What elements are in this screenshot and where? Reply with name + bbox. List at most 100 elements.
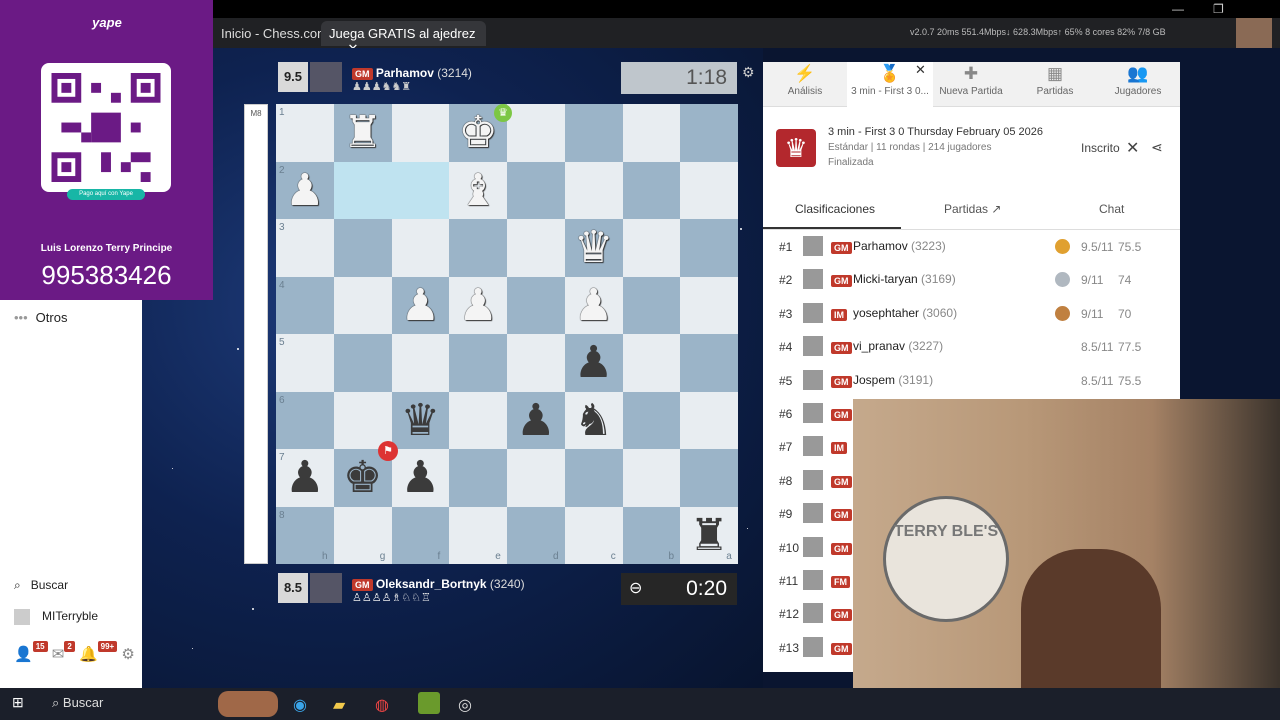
settings-icon[interactable]: ⚙ — [742, 64, 755, 81]
taskbar-search[interactable]: ⌕ Buscar — [52, 695, 103, 711]
chess-app-icon[interactable] — [418, 692, 440, 714]
tab-nueva-partida[interactable]: ✚ Nueva Partida — [933, 62, 1009, 106]
tab-partidas[interactable]: ▦ Partidas — [1013, 62, 1097, 106]
tab-inicio[interactable]: Inicio - Chess.com — [213, 21, 336, 46]
board-square[interactable] — [507, 276, 565, 334]
player-name[interactable]: Micki-taryan — [853, 272, 918, 286]
black-rook-icon[interactable]: ♜ — [680, 507, 738, 564]
avatar[interactable] — [310, 62, 342, 92]
edge-icon[interactable]: ◉ — [293, 695, 307, 715]
black-knight-icon[interactable]: ♞ — [565, 392, 623, 449]
left-sidebar: ••• Otros ⌕ Buscar MITerryble 👤 15 ✉ 2 🔔 99+ … — [0, 300, 142, 688]
windows-start-icon[interactable]: ⊞ — [12, 694, 24, 711]
subtab-chat[interactable]: Chat — [1099, 202, 1124, 216]
board-square[interactable] — [507, 219, 565, 277]
minus-time-icon[interactable]: ⊖ — [629, 578, 642, 598]
board-square[interactable] — [391, 219, 450, 277]
bell-icon[interactable]: 🔔 — [79, 646, 98, 663]
withdraw-icon[interactable]: ✕ — [1126, 138, 1139, 158]
share-icon[interactable]: ⋖ — [1151, 139, 1163, 156]
player-name[interactable]: Parhamov — [376, 66, 434, 80]
board-square[interactable] — [449, 219, 507, 277]
sidebar-user[interactable]: MITerryble — [14, 609, 98, 625]
board-square[interactable] — [680, 391, 738, 449]
board-square[interactable] — [680, 276, 738, 334]
board-square[interactable] — [333, 334, 392, 392]
player-name[interactable]: Jospem — [853, 373, 895, 387]
board-square[interactable] — [507, 104, 565, 162]
standings-row[interactable]: #4 GM vi_pranav (3227) 8.5/11 77.5 — [763, 331, 1175, 364]
black-pawn-icon[interactable]: ♟ — [392, 449, 450, 506]
white-pawn-icon[interactable]: ♟ — [565, 277, 623, 334]
widget-icon[interactable] — [218, 691, 278, 717]
tab-analisis[interactable]: ⚡ Análisis — [763, 62, 847, 106]
standings-row[interactable]: #2 GM Micki-taryan (3169) 9/11 74 — [763, 264, 1175, 297]
board-square[interactable] — [622, 391, 681, 449]
board-square[interactable] — [391, 506, 450, 564]
board-square[interactable] — [680, 334, 738, 392]
board-square[interactable] — [622, 104, 681, 162]
folder-icon[interactable]: ▰ — [333, 695, 345, 715]
chrome-icon[interactable]: ◍ — [375, 695, 389, 715]
board-square[interactable] — [507, 449, 565, 507]
gear-icon[interactable]: ⚙ — [121, 646, 134, 663]
board-square[interactable] — [333, 391, 392, 449]
board-square[interactable] — [333, 219, 392, 277]
subtab-clasificaciones[interactable]: Clasificaciones — [795, 202, 875, 216]
board-square[interactable] — [507, 334, 565, 392]
obs-icon[interactable]: ◎ — [458, 695, 472, 715]
black-pawn-icon[interactable]: ♟ — [565, 334, 623, 391]
board-square[interactable] — [333, 161, 392, 219]
white-bishop-icon[interactable]: ♝ — [449, 162, 507, 219]
white-pawn-icon[interactable]: ♟ — [276, 162, 334, 219]
board-square[interactable] — [680, 219, 738, 277]
white-queen-icon[interactable]: ♛ — [565, 219, 623, 276]
board-square[interactable] — [564, 449, 623, 507]
white-pawn-icon[interactable]: ♟ — [449, 277, 507, 334]
player-name[interactable]: Parhamov — [853, 239, 908, 253]
chess-board[interactable]: 1 2 3 4 5 6 7 8 h g f e d c b a ♜ ♚ ♟ ♝ ♛ ♟ ♟ ♟ ♟ ♛ ♟ ♞ ♟ ♚ ♟ ♜ ⚑ ♛ — [276, 104, 738, 564]
board-square[interactable] — [680, 449, 738, 507]
sidebar-item-otros[interactable]: ••• Otros — [14, 310, 67, 325]
board-square[interactable] — [564, 104, 623, 162]
board-square[interactable] — [622, 449, 681, 507]
tab-jugadores[interactable]: 👥 Jugadores — [1097, 62, 1179, 106]
board-square[interactable] — [391, 104, 450, 162]
white-rook-icon[interactable]: ♜ — [334, 104, 392, 161]
board-square[interactable] — [449, 449, 507, 507]
board-square[interactable] — [391, 161, 450, 219]
board-square[interactable] — [449, 334, 507, 392]
board-square[interactable] — [391, 334, 450, 392]
restore-icon[interactable]: ❐ — [1213, 2, 1224, 16]
standings-row[interactable]: #3 IM yosephtaher (3060) 9/11 70 — [763, 298, 1175, 331]
board-square[interactable] — [564, 161, 623, 219]
avatar — [803, 436, 823, 457]
messages-icon[interactable]: ✉ — [52, 646, 65, 663]
board-square[interactable] — [622, 161, 681, 219]
standing-position: #4 — [779, 340, 793, 355]
white-pawn-icon[interactable]: ♟ — [392, 277, 450, 334]
board-square[interactable] — [680, 104, 738, 162]
sidebar-search[interactable]: ⌕ Buscar — [14, 578, 68, 593]
board-square[interactable] — [622, 276, 681, 334]
standings-row[interactable]: #5 GM Jospem (3191) 8.5/11 75.5 — [763, 365, 1175, 398]
avatar[interactable] — [310, 573, 342, 603]
board-square[interactable] — [680, 161, 738, 219]
black-queen-icon[interactable]: ♛ — [392, 392, 450, 449]
tab-juega[interactable]: Juega GRATIS al ajedrez ... ✕ — [321, 21, 486, 56]
friends-icon[interactable]: 👤 — [14, 646, 33, 663]
minimize-icon[interactable]: — — [1172, 2, 1184, 16]
board-square[interactable] — [622, 219, 681, 277]
player-name[interactable]: vi_pranav — [853, 339, 905, 353]
player-name[interactable]: Oleksandr_Bortnyk — [376, 577, 487, 591]
subtab-partidas[interactable]: Partidas ↗ — [944, 202, 1001, 216]
standings-row[interactable]: #1 GM Parhamov (3223) 9.5/11 75.5 — [763, 231, 1175, 264]
black-pawn-icon[interactable]: ♟ — [276, 449, 334, 506]
player-name[interactable]: yosephtaher — [853, 306, 919, 320]
black-pawn-icon[interactable]: ♟ — [507, 392, 565, 449]
board-square[interactable] — [333, 276, 392, 334]
board-square[interactable] — [622, 334, 681, 392]
close-icon[interactable]: ✕ — [915, 62, 926, 78]
board-square[interactable] — [507, 161, 565, 219]
board-square[interactable] — [449, 391, 507, 449]
